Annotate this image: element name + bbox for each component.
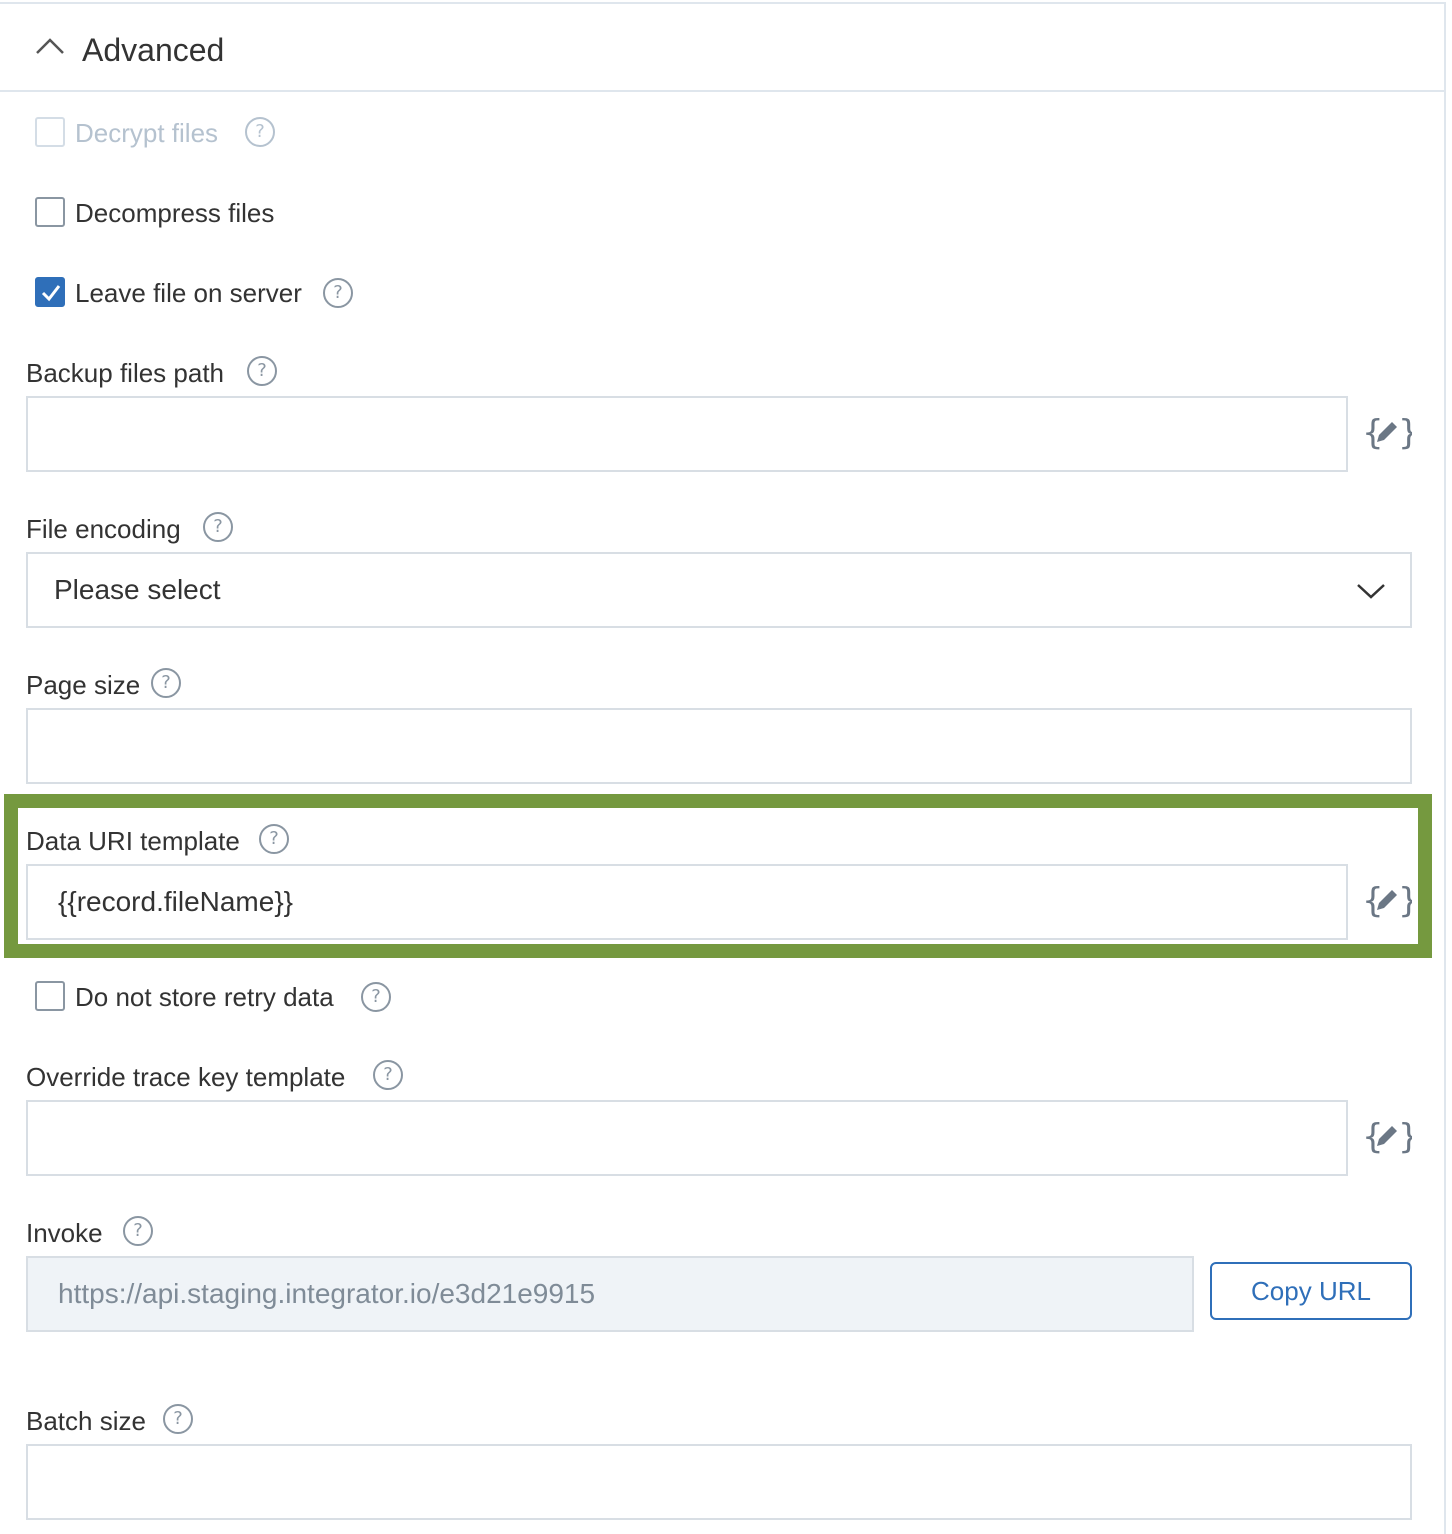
leave-file-on-server-label: Leave file on server — [75, 278, 302, 308]
svg-text:}: } — [1398, 413, 1412, 452]
do-not-store-retry-data-checkbox[interactable] — [35, 981, 65, 1011]
decompress-files-label: Decompress files — [75, 198, 275, 228]
decompress-files-checkbox[interactable] — [35, 197, 65, 227]
file-encoding-label: File encoding — [26, 514, 181, 544]
chevron-up-icon[interactable] — [34, 36, 66, 56]
do-not-store-retry-data-label: Do not store retry data — [75, 982, 334, 1012]
page-size-input[interactable] — [26, 708, 1412, 784]
handlebars-edit-icon[interactable]: { } — [1362, 1116, 1412, 1156]
file-encoding-selected-value: Please select — [54, 574, 221, 605]
backup-files-path-input[interactable] — [26, 396, 1348, 472]
override-trace-key-template-input[interactable] — [26, 1100, 1348, 1176]
help-icon[interactable]: ? — [203, 512, 233, 542]
help-icon[interactable]: ? — [323, 278, 353, 308]
checkmark-icon — [41, 285, 61, 302]
section-title: Advanced — [82, 32, 225, 68]
invoke-url-field[interactable]: https://api.staging.integrator.io/e3d21e… — [26, 1256, 1194, 1332]
backup-files-path-label: Backup files path — [26, 358, 225, 388]
batch-size-label: Batch size — [26, 1406, 146, 1436]
decrypt-files-checkbox[interactable] — [35, 117, 65, 147]
help-icon[interactable]: ? — [123, 1216, 153, 1246]
copy-url-button[interactable]: Copy URL — [1210, 1262, 1412, 1320]
help-icon[interactable]: ? — [373, 1060, 403, 1090]
svg-text:}: } — [1398, 1117, 1412, 1156]
help-icon[interactable]: ? — [151, 668, 181, 698]
decrypt-files-label: Decrypt files — [75, 118, 219, 148]
svg-text:{: { — [1362, 413, 1384, 452]
advanced-panel: Advanced Decrypt files ? Decompress file… — [0, 2, 1446, 1534]
svg-text:{: { — [1362, 1117, 1384, 1156]
help-icon[interactable]: ? — [163, 1404, 193, 1434]
handlebars-edit-icon[interactable]: { } — [1362, 412, 1412, 452]
page-size-label: Page size — [26, 670, 141, 700]
override-trace-key-template-label: Override trace key template — [26, 1062, 346, 1092]
file-encoding-select[interactable]: Please select — [26, 552, 1412, 628]
data-uri-template-highlight — [4, 794, 1432, 958]
batch-size-input[interactable] — [26, 1444, 1412, 1520]
help-icon[interactable]: ? — [361, 982, 391, 1012]
help-icon[interactable]: ? — [247, 356, 277, 386]
chevron-down-icon — [1357, 584, 1385, 599]
leave-file-on-server-checkbox[interactable] — [35, 277, 65, 307]
advanced-section-header[interactable]: Advanced — [0, 4, 1444, 92]
help-icon[interactable]: ? — [245, 117, 275, 147]
invoke-label: Invoke — [26, 1218, 103, 1248]
